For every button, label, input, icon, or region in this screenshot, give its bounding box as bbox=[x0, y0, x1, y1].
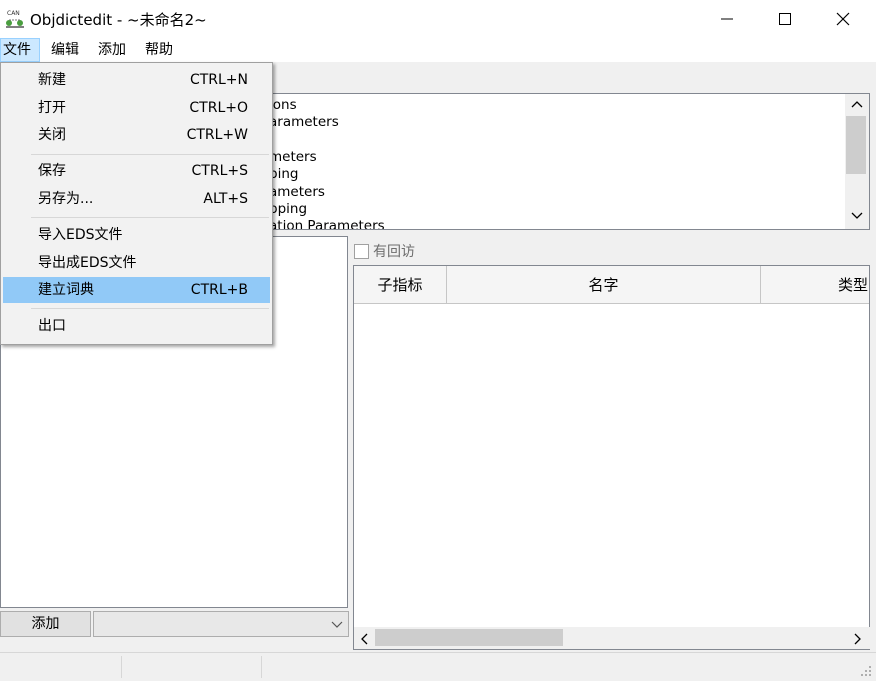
file-menu-dropdown: 新建 CTRL+N 打开 CTRL+O 关闭 CTRL+W 保存 CTRL+S … bbox=[0, 62, 273, 345]
list-item[interactable]: ions bbox=[269, 97, 297, 114]
list-item[interactable]: ping bbox=[269, 166, 298, 183]
callback-label: 有回访 bbox=[373, 244, 415, 260]
resize-grip-icon[interactable] bbox=[860, 665, 872, 677]
menu-item-build-dictionary[interactable]: 建立词典 CTRL+B bbox=[3, 277, 270, 303]
list-item[interactable]: pping bbox=[269, 201, 307, 218]
minimize-icon bbox=[721, 18, 733, 20]
menu-item-shortcut: CTRL+W bbox=[186, 127, 248, 143]
type-combobox[interactable] bbox=[93, 611, 349, 637]
menu-edit[interactable]: 编辑 bbox=[49, 38, 81, 62]
menu-item-exit[interactable]: 出口 bbox=[3, 313, 270, 339]
menu-separator bbox=[31, 308, 269, 309]
menu-item-import-eds[interactable]: 导入EDS文件 bbox=[3, 222, 270, 248]
menu-help[interactable]: 帮助 bbox=[143, 38, 175, 62]
menu-item-label: 导入EDS文件 bbox=[38, 227, 123, 243]
list-item[interactable]: ation Parameters bbox=[269, 218, 385, 229]
window-title: Objdictedit - ~未命名2~ bbox=[30, 11, 207, 29]
title-bar: CAN Objdictedit - ~未命名2~ bbox=[0, 0, 876, 38]
status-cell bbox=[0, 656, 122, 678]
svg-text:CAN: CAN bbox=[7, 10, 20, 17]
menu-item-label: 出口 bbox=[38, 318, 66, 334]
status-bar bbox=[0, 652, 876, 681]
menu-item-shortcut: CTRL+N bbox=[189, 72, 248, 88]
close-icon bbox=[836, 12, 850, 26]
menu-item-shortcut: CTRL+S bbox=[191, 163, 248, 179]
menu-add[interactable]: 添加 bbox=[96, 38, 128, 62]
maximize-button[interactable] bbox=[756, 0, 814, 38]
menu-item-save[interactable]: 保存 CTRL+S bbox=[3, 158, 270, 184]
list-item[interactable]: meters bbox=[269, 149, 317, 166]
vertical-scrollbar[interactable] bbox=[845, 94, 869, 229]
horizontal-scrollbar[interactable] bbox=[354, 627, 870, 649]
menu-item-shortcut: CTRL+O bbox=[189, 100, 248, 116]
menu-item-close[interactable]: 关闭 CTRL+W bbox=[3, 122, 270, 148]
checkbox-box[interactable] bbox=[354, 243, 369, 259]
subindex-grid[interactable]: 子指标 名字 类型 bbox=[353, 265, 870, 650]
list-item[interactable]: arameters bbox=[269, 114, 339, 131]
scroll-thumb[interactable] bbox=[846, 116, 866, 174]
column-header-type[interactable]: 类型 bbox=[761, 266, 869, 304]
close-button[interactable] bbox=[814, 0, 872, 38]
scroll-down-icon[interactable] bbox=[851, 212, 863, 220]
menu-item-label: 另存为... bbox=[38, 191, 94, 207]
menu-separator bbox=[31, 217, 269, 218]
add-button[interactable]: 添加 bbox=[0, 611, 91, 637]
scroll-thumb[interactable] bbox=[375, 629, 563, 646]
callback-checkbox[interactable]: 有回访 bbox=[354, 241, 415, 261]
menu-bar: 文件 编辑 添加 帮助 bbox=[0, 38, 876, 62]
list-item[interactable]: ameters bbox=[269, 184, 325, 201]
menu-item-save-as[interactable]: 另存为... ALT+S bbox=[3, 186, 270, 212]
menu-item-new[interactable]: 新建 CTRL+N bbox=[3, 67, 270, 93]
chevron-down-icon bbox=[331, 621, 343, 628]
index-list[interactable]: ions arameters meters ping ameters pping… bbox=[266, 93, 870, 230]
maximize-icon bbox=[779, 13, 791, 25]
menu-item-label: 导出成EDS文件 bbox=[38, 255, 137, 271]
menu-item-open[interactable]: 打开 CTRL+O bbox=[3, 95, 270, 121]
menu-item-shortcut: ALT+S bbox=[203, 191, 248, 207]
scroll-up-icon[interactable] bbox=[851, 100, 863, 108]
menu-file[interactable]: 文件 bbox=[0, 38, 40, 62]
menu-item-label: 保存 bbox=[38, 163, 66, 179]
status-cell bbox=[121, 656, 262, 678]
can-app-icon: CAN bbox=[4, 8, 26, 30]
menu-item-label: 关闭 bbox=[38, 127, 66, 143]
menu-item-label: 建立词典 bbox=[38, 282, 94, 298]
column-header-subindex[interactable]: 子指标 bbox=[354, 266, 447, 304]
menu-separator bbox=[31, 154, 269, 155]
menu-item-label: 打开 bbox=[38, 100, 66, 116]
scroll-left-icon[interactable] bbox=[360, 633, 368, 645]
minimize-button[interactable] bbox=[698, 0, 756, 38]
menu-item-shortcut: CTRL+B bbox=[190, 282, 248, 298]
scroll-right-icon[interactable] bbox=[854, 633, 862, 645]
column-header-name[interactable]: 名字 bbox=[447, 266, 761, 304]
menu-item-label: 新建 bbox=[38, 72, 66, 88]
menu-item-export-eds[interactable]: 导出成EDS文件 bbox=[3, 250, 270, 276]
